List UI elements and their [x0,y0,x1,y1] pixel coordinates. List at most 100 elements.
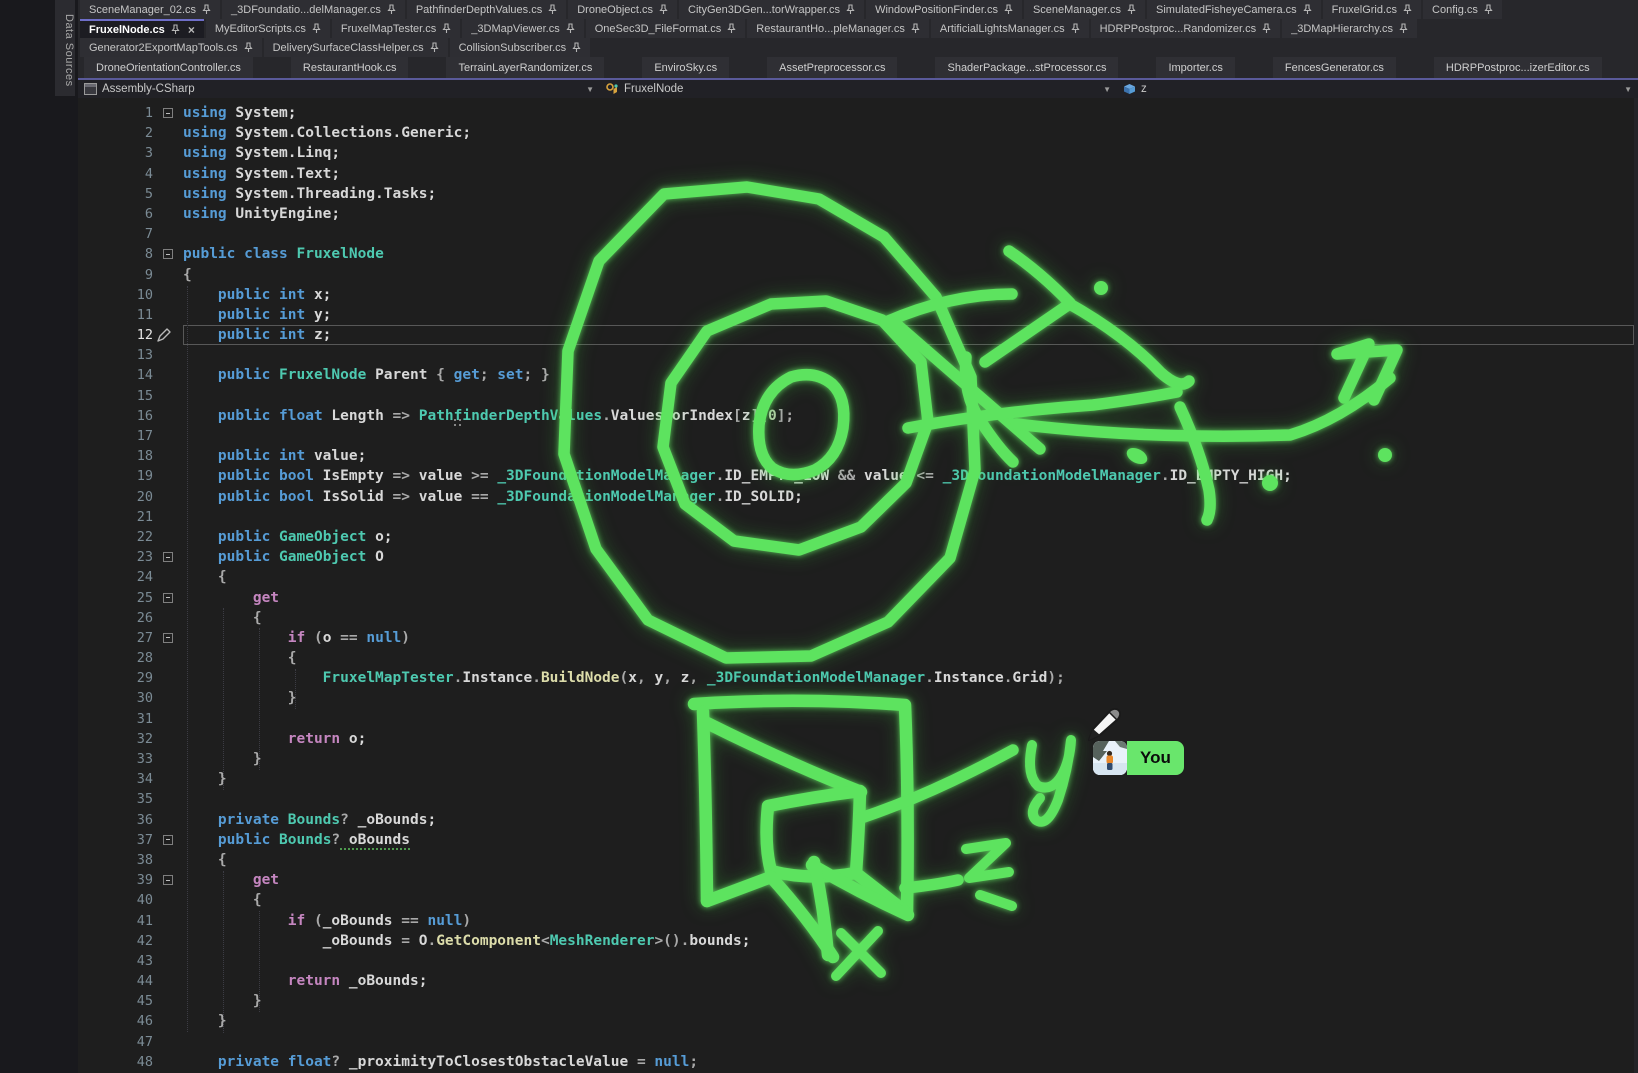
pin-icon[interactable] [202,4,211,15]
code-line[interactable]: 48 private float? _proximityToClosestObs… [78,1052,1638,1072]
code-line[interactable]: 39 get [78,870,1638,890]
document-tab[interactable]: ArtificialLightsManager.cs [931,19,1089,38]
code-line[interactable]: 46 } [78,1011,1638,1031]
code-line[interactable]: 15 [78,386,1638,406]
data-sources-vertical-tab[interactable]: Data Sources [55,0,75,96]
pin-icon[interactable] [171,24,180,35]
document-tab[interactable]: RestaurantHo...pleManager.cs [747,19,929,38]
code-line[interactable]: 12 public int z; [78,325,1638,345]
pin-icon[interactable] [1303,4,1312,15]
code-line[interactable]: 36 private Bounds? _oBounds; [78,810,1638,830]
document-tab[interactable]: WindowPositionFinder.cs [866,0,1022,19]
document-tab[interactable]: OneSec3D_FileFormat.cs [586,19,746,38]
pin-icon[interactable] [387,4,396,15]
code-line[interactable]: 28 { [78,648,1638,668]
document-tab[interactable]: MyEditorScripts.cs [206,19,330,38]
pin-icon[interactable] [566,23,575,34]
collapse-region-icon[interactable] [163,108,173,118]
document-tab[interactable]: FruxelMapTester.cs [332,19,460,38]
document-tab[interactable]: SceneManager.cs [1024,0,1145,19]
pin-icon[interactable] [1399,23,1408,34]
document-tab[interactable]: _3DMapViewer.cs [462,19,583,38]
pin-icon[interactable] [548,4,557,15]
pin-icon[interactable] [572,42,581,53]
project-dropdown-caret[interactable]: ▼ [580,85,600,94]
code-line[interactable]: 25 get [78,588,1638,608]
pin-icon[interactable] [244,42,253,53]
collapse-region-icon[interactable] [163,593,173,603]
code-line[interactable]: 31 [78,709,1638,729]
document-tab[interactable]: DroneObject.cs [568,0,677,19]
code-line[interactable]: 14 public FruxelNode Parent { get; set; … [78,365,1638,385]
document-tab[interactable]: ShaderPackage...stProcessor.cs [935,57,1118,78]
code-editor[interactable]: 1using System;2using System.Collections.… [78,98,1638,1073]
code-line[interactable]: 13 [78,345,1638,365]
document-tab[interactable]: TerrainLayerRandomizer.cs [446,57,604,78]
type-dropdown[interactable]: FruxelNode ▼ [600,80,1117,98]
document-tab[interactable]: HDRPPostproc...Randomizer.cs [1091,19,1281,38]
collapse-region-icon[interactable] [163,835,173,845]
code-line[interactable]: 33 } [78,749,1638,769]
document-tab[interactable]: SimulatedFisheyeCamera.cs [1147,0,1321,19]
pin-icon[interactable] [911,23,920,34]
editor-scrollbar[interactable] [1634,98,1638,1073]
code-line[interactable]: 34 } [78,769,1638,789]
code-line[interactable]: 21 [78,507,1638,527]
pin-icon[interactable] [727,23,736,34]
code-line[interactable]: 24 { [78,567,1638,587]
collapse-region-icon[interactable] [163,249,173,259]
document-tab[interactable]: FruxelNode.cs× [80,19,204,38]
code-line[interactable]: 19 public bool IsEmpty => value >= _3DFo… [78,466,1638,486]
code-line[interactable]: 18 public int value; [78,446,1638,466]
code-line[interactable]: 4using System.Text; [78,164,1638,184]
pin-icon[interactable] [1484,4,1493,15]
code-line[interactable]: 29 FruxelMapTester.Instance.BuildNode(x,… [78,668,1638,688]
code-line[interactable]: 47 [78,1032,1638,1052]
document-tab[interactable]: RestaurantHook.cs [291,57,409,78]
document-tab[interactable]: _3DFoundatio...delManager.cs [222,0,405,19]
code-line[interactable]: 8public class FruxelNode [78,244,1638,264]
project-dropdown[interactable]: Assembly-CSharp ▼ [78,80,600,98]
pin-icon[interactable] [430,42,439,53]
document-tab[interactable]: CollisionSubscriber.cs [450,38,591,57]
document-tab[interactable]: CityGen3DGen...torWrapper.cs [679,0,864,19]
code-line[interactable]: 10 public int x; [78,285,1638,305]
pin-icon[interactable] [1004,4,1013,15]
document-tab[interactable]: _3DMapHierarchy.cs [1282,19,1417,38]
code-line[interactable]: 26 { [78,608,1638,628]
code-line[interactable]: 16 public float Length => PathfinderDept… [78,406,1638,426]
pin-icon[interactable] [659,4,668,15]
member-dropdown-caret[interactable]: ▼ [1618,85,1638,94]
document-tab[interactable]: HDRPPostproc...izerEditor.cs [1434,57,1602,78]
code-line[interactable]: 30 } [78,688,1638,708]
code-line[interactable]: 11 public int y; [78,305,1638,325]
code-line[interactable]: 45 } [78,991,1638,1011]
code-line[interactable]: 5using System.Threading.Tasks; [78,184,1638,204]
member-dropdown[interactable]: z ▼ [1117,80,1638,98]
collapse-region-icon[interactable] [163,633,173,643]
document-tab[interactable]: DeliverySurfaceClassHelper.cs [264,38,448,57]
collapse-region-icon[interactable] [163,552,173,562]
code-line[interactable]: 20 public bool IsSolid => value == _3DFo… [78,487,1638,507]
close-icon[interactable]: × [188,25,195,35]
document-tab[interactable]: FencesGenerator.cs [1273,57,1396,78]
code-line[interactable]: 17 [78,426,1638,446]
code-line[interactable]: 37 public Bounds? oBounds [78,830,1638,850]
code-line[interactable]: 41 if (_oBounds == null) [78,911,1638,931]
type-dropdown-caret[interactable]: ▼ [1097,85,1117,94]
pin-icon[interactable] [312,23,321,34]
pin-icon[interactable] [1127,4,1136,15]
code-line[interactable]: 6using UnityEngine; [78,204,1638,224]
code-line[interactable]: 32 return o; [78,729,1638,749]
code-line[interactable]: 3using System.Linq; [78,143,1638,163]
code-line[interactable]: 9{ [78,265,1638,285]
code-line[interactable]: 2using System.Collections.Generic; [78,123,1638,143]
document-tab[interactable]: EnviroSky.cs [642,57,729,78]
pin-icon[interactable] [1262,23,1271,34]
code-line[interactable]: 35 [78,789,1638,809]
document-tab[interactable]: DroneOrientationController.cs [84,57,253,78]
document-tab[interactable]: Config.cs [1423,0,1502,19]
code-line[interactable]: 40 { [78,890,1638,910]
document-tab[interactable]: PathfinderDepthValues.cs [407,0,566,19]
code-line[interactable]: 27 if (o == null) [78,628,1638,648]
